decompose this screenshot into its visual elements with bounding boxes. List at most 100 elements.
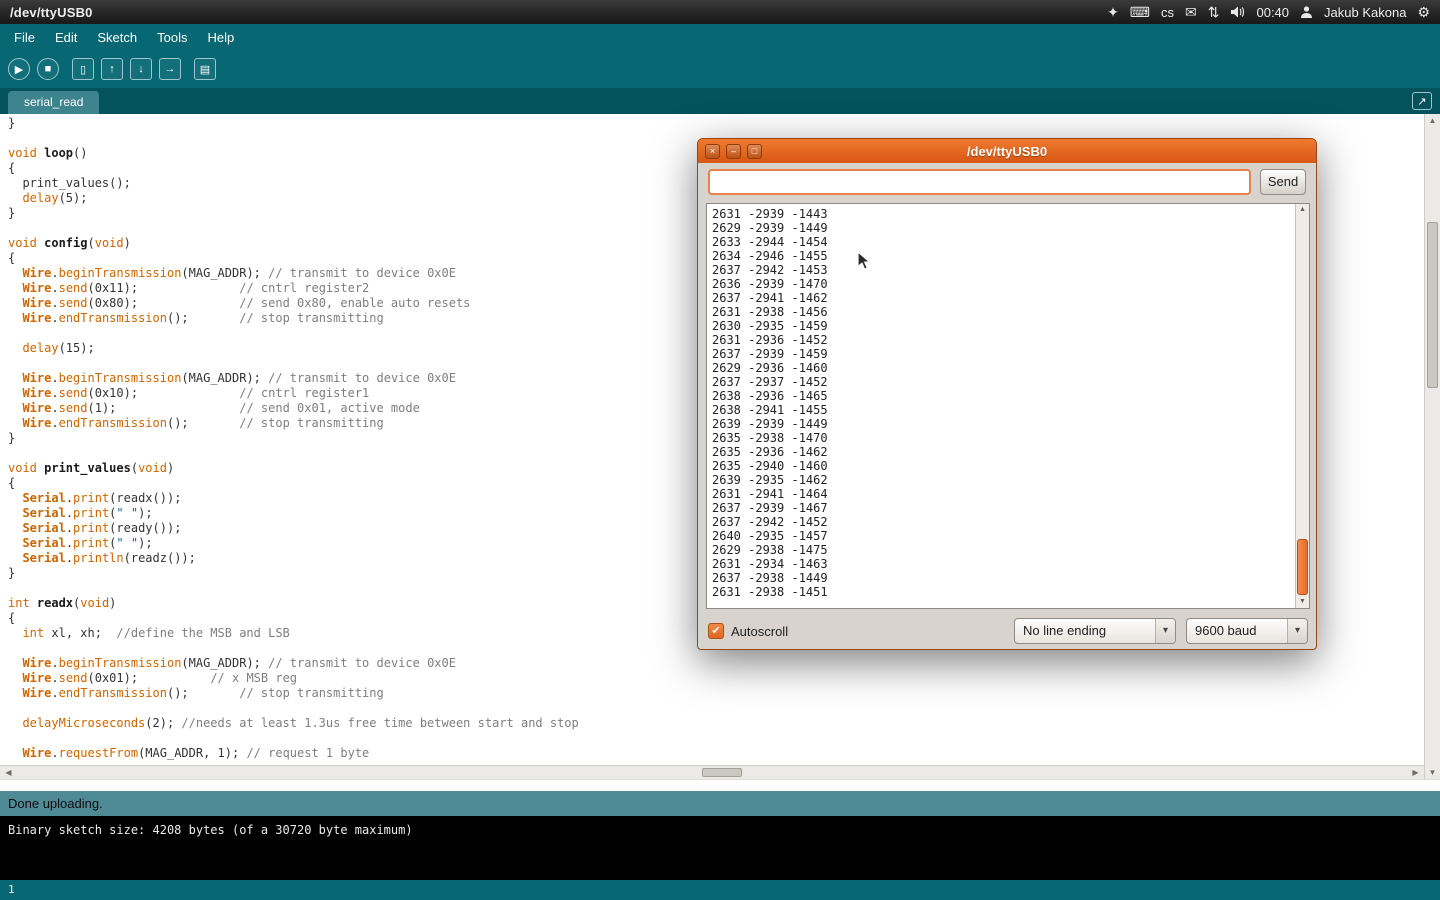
horizontal-scroll-thumb[interactable] xyxy=(702,768,742,777)
serial-output-row: 2637 -2938 -1449 xyxy=(712,571,1290,585)
serial-scroll-thumb[interactable] xyxy=(1297,539,1308,595)
serial-output-row: 2631 -2938 -1451 xyxy=(712,585,1290,599)
tab-strip: serial_read ↗ xyxy=(0,88,1440,114)
mail-icon[interactable]: ✉ xyxy=(1185,0,1197,24)
network-updown-icon[interactable]: ⇅ xyxy=(1208,0,1220,24)
minimize-button[interactable]: – xyxy=(726,144,741,159)
autoscroll-checkbox[interactable]: ✔ xyxy=(708,623,724,639)
line-number-indicator: 1 xyxy=(8,883,15,896)
autoscroll-label: Autoscroll xyxy=(731,624,788,639)
menu-help[interactable]: Help xyxy=(197,26,244,49)
tab-serial-read[interactable]: serial_read xyxy=(8,91,99,114)
build-console: Binary sketch size: 4208 bytes (of a 307… xyxy=(0,816,1440,880)
code-line: } xyxy=(8,116,1424,131)
serial-output-row: 2633 -2944 -1454 xyxy=(712,235,1290,249)
serial-output-row: 2638 -2941 -1455 xyxy=(712,403,1290,417)
chevron-down-icon[interactable]: ▾ xyxy=(1155,619,1175,643)
serial-output-row: 2635 -2936 -1462 xyxy=(712,445,1290,459)
editor-horizontal-scrollbar[interactable]: ◀ ▶ xyxy=(0,765,1424,779)
tab-menu-icon: ↗ xyxy=(1417,95,1426,108)
new-file-icon: ▯ xyxy=(80,63,86,76)
volume-icon[interactable] xyxy=(1230,5,1245,19)
baud-rate-select[interactable]: 9600 baud ▾ xyxy=(1186,618,1308,644)
maximize-button[interactable]: □ xyxy=(747,144,762,159)
serial-send-input[interactable] xyxy=(708,169,1251,195)
keyboard-icon[interactable]: ⌨ xyxy=(1130,0,1150,24)
tab-menu-button[interactable]: ↗ xyxy=(1412,92,1432,110)
serial-input-row: Send xyxy=(708,169,1306,197)
keyboard-layout-indicator[interactable]: cs xyxy=(1161,5,1174,20)
serial-output-row: 2631 -2938 -1456 xyxy=(712,305,1290,319)
code-line: delayMicroseconds(2); //needs at least 1… xyxy=(8,716,1424,731)
menu-bar: File Edit Sketch Tools Help xyxy=(0,24,1440,50)
menu-sketch[interactable]: Sketch xyxy=(87,26,147,49)
line-ending-select[interactable]: No line ending ▾ xyxy=(1014,618,1176,644)
system-tray: ✦ ⌨ cs ✉ ⇅ 00:40 Jakub Kakona ⚙ xyxy=(1107,0,1430,24)
scroll-right-arrow[interactable]: ▶ xyxy=(1409,766,1422,779)
serial-output-row: 2631 -2936 -1452 xyxy=(712,333,1290,347)
check-icon: ✔ xyxy=(711,625,720,637)
scroll-up-arrow[interactable]: ▲ xyxy=(1296,204,1309,216)
serial-output-row: 2637 -2941 -1462 xyxy=(712,291,1290,305)
serial-monitor-title: /dev/ttyUSB0 xyxy=(698,144,1316,159)
serial-output-row: 2637 -2942 -1452 xyxy=(712,515,1290,529)
menu-edit[interactable]: Edit xyxy=(45,26,87,49)
send-button[interactable]: Send xyxy=(1260,169,1306,195)
editor-bottom-gap xyxy=(0,779,1440,791)
scroll-left-arrow[interactable]: ◀ xyxy=(2,766,15,779)
serial-output-row: 2630 -2935 -1459 xyxy=(712,319,1290,333)
baud-rate-value: 9600 baud xyxy=(1187,619,1287,643)
user-icon xyxy=(1300,5,1313,19)
save-button[interactable]: ↓ xyxy=(130,58,152,80)
menu-file[interactable]: File xyxy=(4,26,45,49)
status-message: Done uploading. xyxy=(8,796,103,811)
serial-monitor-titlebar[interactable]: × – □ /dev/ttyUSB0 xyxy=(698,139,1316,163)
serial-monitor-window: × – □ /dev/ttyUSB0 Send 2631 -2939 -1443… xyxy=(697,138,1317,650)
new-sketch-button[interactable]: ▯ xyxy=(72,58,94,80)
verify-button[interactable]: ▶ xyxy=(8,58,30,80)
code-line: Wire.beginTransmission(MAG_ADDR); // tra… xyxy=(8,656,1424,671)
serial-output-row: 2631 -2941 -1464 xyxy=(712,487,1290,501)
chevron-down-icon[interactable]: ▾ xyxy=(1287,619,1307,643)
open-icon: ↑ xyxy=(109,63,115,75)
serial-output-row: 2637 -2937 -1452 xyxy=(712,375,1290,389)
vertical-scroll-thumb[interactable] xyxy=(1427,222,1438,388)
serial-monitor-controls: ✔ Autoscroll No line ending ▾ 9600 baud … xyxy=(708,617,1308,645)
serial-output[interactable]: 2631 -2939 -14432629 -2939 -14492633 -29… xyxy=(707,204,1295,608)
serial-output-row: 2635 -2940 -1460 xyxy=(712,459,1290,473)
status-bar: Done uploading. xyxy=(0,791,1440,816)
code-line xyxy=(8,701,1424,716)
menu-tools[interactable]: Tools xyxy=(147,26,197,49)
open-button[interactable]: ↑ xyxy=(101,58,123,80)
serial-output-row: 2635 -2938 -1470 xyxy=(712,431,1290,445)
serial-output-row: 2629 -2939 -1449 xyxy=(712,221,1290,235)
toolbar: ▶ ■ ▯ ↑ ↓ → ▤ xyxy=(0,50,1440,88)
console-output: Binary sketch size: 4208 bytes (of a 307… xyxy=(8,823,413,837)
window-title: /dev/ttyUSB0 xyxy=(10,5,93,20)
serial-output-row: 2637 -2939 -1459 xyxy=(712,347,1290,361)
stop-button[interactable]: ■ xyxy=(37,58,59,80)
play-icon: ▶ xyxy=(15,63,23,76)
sparkle-indicator-icon[interactable]: ✦ xyxy=(1107,0,1119,24)
minimize-icon: – xyxy=(731,146,736,156)
system-panel: /dev/ttyUSB0 ✦ ⌨ cs ✉ ⇅ 00:40 Jakub Kako… xyxy=(0,0,1440,24)
serial-monitor-button[interactable]: ▤ xyxy=(194,58,216,80)
serial-output-panel: 2631 -2939 -14432629 -2939 -14492633 -29… xyxy=(706,203,1310,609)
scroll-down-arrow[interactable]: ▼ xyxy=(1425,766,1440,779)
scroll-up-arrow[interactable]: ▲ xyxy=(1425,114,1440,127)
code-line: Wire.send(0x01); // x MSB reg xyxy=(8,671,1424,686)
session-gear-icon[interactable]: ⚙ xyxy=(1417,0,1430,24)
serial-output-scrollbar[interactable]: ▲ ▼ xyxy=(1295,204,1309,608)
clock[interactable]: 00:40 xyxy=(1256,5,1289,20)
scroll-down-arrow[interactable]: ▼ xyxy=(1296,596,1309,608)
serial-output-row: 2639 -2939 -1449 xyxy=(712,417,1290,431)
close-button[interactable]: × xyxy=(705,144,720,159)
serial-output-row: 2629 -2936 -1460 xyxy=(712,361,1290,375)
editor-vertical-scrollbar[interactable]: ▲ ▼ xyxy=(1424,114,1440,779)
user-menu[interactable]: Jakub Kakona xyxy=(1324,5,1406,20)
code-line: Wire.endTransmission(); // stop transmit… xyxy=(8,686,1424,701)
serial-output-row: 2637 -2939 -1467 xyxy=(712,501,1290,515)
maximize-icon: □ xyxy=(752,146,757,156)
serial-output-row: 2638 -2936 -1465 xyxy=(712,389,1290,403)
upload-button[interactable]: → xyxy=(159,58,181,80)
